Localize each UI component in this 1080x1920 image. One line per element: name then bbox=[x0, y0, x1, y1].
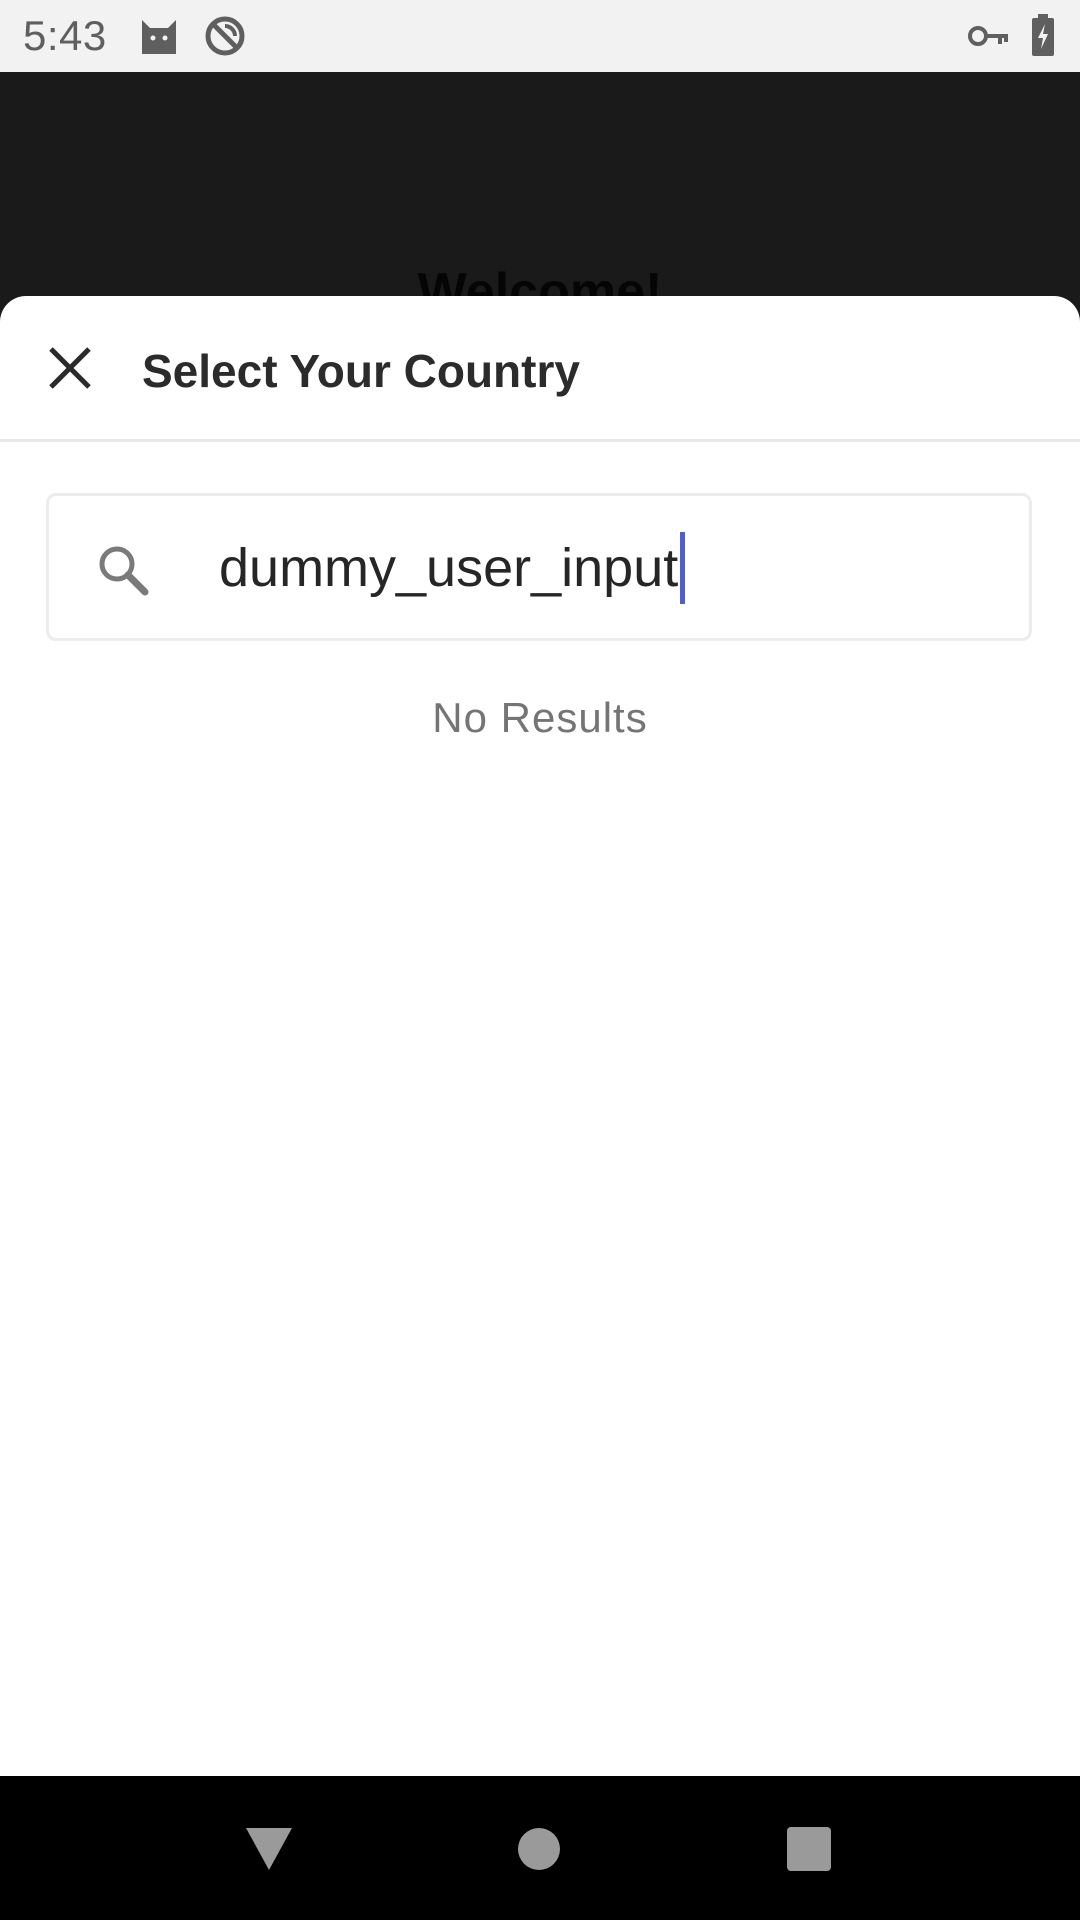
navigation-bar bbox=[0, 1776, 1080, 1920]
back-icon bbox=[244, 1826, 294, 1877]
text-caret bbox=[680, 532, 686, 604]
close-icon bbox=[47, 345, 93, 396]
home-icon bbox=[516, 1826, 562, 1877]
status-time: 5:43 bbox=[23, 12, 107, 59]
vpn-key-icon bbox=[968, 22, 1010, 55]
sheet-title: Select Your Country bbox=[142, 345, 580, 397]
search-input[interactable]: dummy_user_input bbox=[219, 526, 999, 610]
country-picker-sheet: Select Your Country dummy_user_input No … bbox=[0, 296, 1080, 1776]
background-screen: Welcome! bbox=[0, 72, 1080, 332]
no-results-message: No Results bbox=[432, 694, 648, 741]
recents-icon bbox=[786, 1826, 832, 1877]
battery-charging-icon bbox=[1030, 14, 1056, 61]
home-button[interactable] bbox=[504, 1816, 574, 1886]
cat-icon bbox=[138, 14, 180, 61]
search-icon bbox=[93, 540, 153, 605]
recents-button[interactable] bbox=[774, 1816, 844, 1886]
sheet-header: Select Your Country bbox=[0, 296, 1080, 442]
search-input-value: dummy_user_input bbox=[219, 538, 679, 598]
do-not-disturb-icon bbox=[203, 14, 247, 63]
back-button[interactable] bbox=[234, 1816, 304, 1886]
close-button[interactable] bbox=[40, 340, 100, 400]
search-box[interactable]: dummy_user_input bbox=[46, 493, 1032, 641]
status-bar: 5:43 bbox=[0, 0, 1080, 72]
